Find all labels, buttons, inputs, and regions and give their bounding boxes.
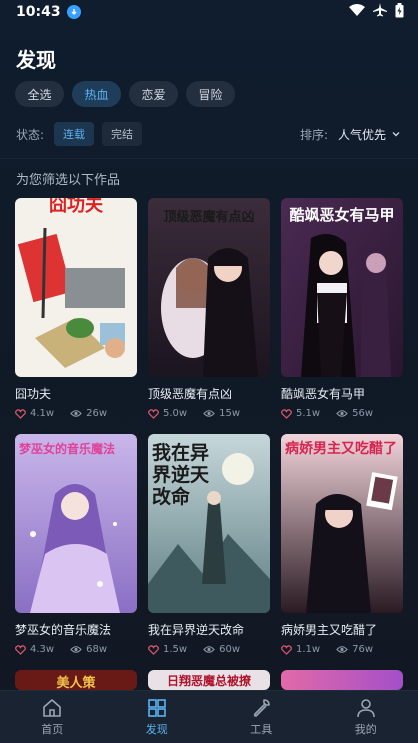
cover-title-text: 病娇男主又吃醋了 bbox=[285, 441, 397, 457]
comic-card[interactable] bbox=[281, 670, 403, 690]
views-count: 15w bbox=[219, 408, 240, 419]
status-serializing-chip[interactable]: 连载 bbox=[54, 122, 95, 146]
sort-label: 排序: bbox=[299, 127, 328, 142]
comic-card[interactable]: 顶级恶魔有点凶 顶级恶魔有点凶 5.0w 15w bbox=[148, 198, 270, 419]
home-icon bbox=[43, 699, 62, 717]
wrench-icon bbox=[254, 699, 271, 717]
comic-cover[interactable]: 我在异界逆天改命 bbox=[148, 434, 270, 613]
comic-stats: 4.3w 68w bbox=[15, 644, 137, 655]
heart-icon bbox=[281, 408, 292, 419]
comic-cover[interactable]: 病娇男主又吃醋了 bbox=[281, 434, 403, 613]
heart-icon bbox=[15, 408, 26, 419]
sort-value: 人气优先 bbox=[337, 127, 386, 142]
chip-select-all[interactable]: 全选 bbox=[15, 81, 64, 107]
views-count: 68w bbox=[86, 644, 107, 655]
comic-stats: 4.1w 26w bbox=[15, 408, 137, 419]
status-filter-label: 状态: bbox=[16, 127, 45, 142]
status-time: 10:43 bbox=[16, 4, 61, 20]
chevron-down-icon bbox=[392, 132, 400, 137]
cover-title-text: 日翔恶魔总被撩 bbox=[166, 674, 251, 688]
chip-hot-blood[interactable]: 热血 bbox=[72, 81, 121, 107]
views-count: 56w bbox=[352, 408, 373, 419]
comic-title: 酷飒恶女有马甲 bbox=[281, 387, 366, 401]
heart-icon bbox=[148, 644, 159, 655]
status-completed-chip[interactable]: 完结 bbox=[102, 122, 143, 146]
divider bbox=[0, 158, 418, 159]
comic-title: 囧功夫 bbox=[15, 387, 52, 401]
results-section-label: 为您筛选以下作品 bbox=[16, 173, 121, 188]
comic-title: 病娇男主又吃醋了 bbox=[281, 623, 378, 637]
user-icon bbox=[356, 699, 375, 718]
cover-title-text: 梦巫女的音乐魔法 bbox=[19, 442, 116, 456]
nav-item-discover[interactable]: 发现 bbox=[105, 691, 210, 743]
cover-title-text: 顶级恶魔有点凶 bbox=[163, 210, 255, 225]
bottom-nav: 首页 发现 工具 我的 bbox=[0, 690, 418, 743]
sort-control[interactable]: 排序: 人气优先 bbox=[300, 126, 402, 143]
comic-card[interactable]: 美人策 bbox=[15, 670, 137, 690]
nav-label: 发现 bbox=[145, 723, 168, 736]
eye-icon bbox=[203, 646, 215, 653]
comic-card[interactable]: 我在异界逆天改命 我在异界逆天改命 1.5w 60w bbox=[148, 434, 270, 655]
airplane-icon bbox=[373, 3, 387, 21]
cover-title-text: 美人策 bbox=[56, 676, 96, 690]
comic-cover[interactable]: 梦巫女的音乐魔法 bbox=[15, 434, 137, 613]
comic-card[interactable]: 酷飒恶女有马甲 酷飒恶女有马甲 5.1w 56w bbox=[281, 198, 403, 419]
chip-adventure[interactable]: 冒险 bbox=[186, 81, 235, 107]
comic-cover[interactable]: 酷飒恶女有马甲 bbox=[281, 198, 403, 377]
heart-icon bbox=[15, 644, 26, 655]
notification-icon bbox=[66, 5, 81, 19]
eye-icon bbox=[70, 410, 82, 417]
nav-label: 我的 bbox=[354, 723, 377, 736]
views-count: 26w bbox=[86, 408, 107, 419]
wifi-icon bbox=[349, 4, 365, 20]
eye-icon bbox=[70, 646, 82, 653]
filter-row: 状态: 连载 完结 排序: 人气优先 bbox=[16, 122, 406, 146]
comic-cover[interactable] bbox=[281, 670, 403, 690]
comic-title: 我在异界逆天改命 bbox=[148, 623, 245, 637]
nav-label: 首页 bbox=[41, 723, 64, 736]
comic-stats: 1.1w 76w bbox=[281, 644, 403, 655]
nav-label: 工具 bbox=[250, 723, 273, 736]
chip-romance[interactable]: 恋爱 bbox=[129, 81, 178, 107]
grid-icon bbox=[147, 699, 166, 717]
comic-cover[interactable]: 日翔恶魔总被撩 bbox=[148, 670, 270, 690]
comic-title: 梦巫女的音乐魔法 bbox=[15, 623, 112, 637]
status-bar: 10:43 bbox=[0, 0, 418, 24]
eye-icon bbox=[336, 646, 348, 653]
comic-stats: 5.1w 56w bbox=[281, 408, 403, 419]
likes-count: 4.1w bbox=[30, 408, 55, 419]
comic-stats: 1.5w 60w bbox=[148, 644, 270, 655]
comic-card[interactable]: 日翔恶魔总被撩 bbox=[148, 670, 270, 690]
likes-count: 1.1w bbox=[296, 644, 321, 655]
cover-title-text: 我在异界逆天改命 bbox=[152, 442, 210, 508]
nav-item-tools[interactable]: 工具 bbox=[209, 691, 314, 743]
comic-title: 顶级恶魔有点凶 bbox=[148, 387, 233, 401]
likes-count: 1.5w bbox=[163, 644, 188, 655]
comic-cover[interactable]: 囧功夫 bbox=[15, 198, 137, 377]
eye-icon bbox=[203, 410, 215, 417]
comic-cover[interactable]: 顶级恶魔有点凶 bbox=[148, 198, 270, 377]
sort-dropdown[interactable]: 人气优先 bbox=[338, 126, 402, 143]
comic-card[interactable]: 梦巫女的音乐魔法 梦巫女的音乐魔法 4.3w 68w bbox=[15, 434, 137, 655]
likes-count: 5.1w bbox=[296, 408, 321, 419]
nav-item-home[interactable]: 首页 bbox=[0, 691, 105, 743]
likes-count: 4.3w bbox=[30, 644, 55, 655]
comic-stats: 5.0w 15w bbox=[148, 408, 270, 419]
page-title: 发现 bbox=[16, 48, 56, 72]
heart-icon bbox=[148, 408, 159, 419]
genre-chip-row: 全选 热血 恋爱 冒险 bbox=[15, 81, 235, 107]
likes-count: 5.0w bbox=[163, 408, 188, 419]
views-count: 76w bbox=[352, 644, 373, 655]
cover-title-text: 囧功夫 bbox=[49, 198, 103, 216]
nav-item-me[interactable]: 我的 bbox=[314, 691, 418, 743]
comic-card[interactable]: 囧功夫 囧功夫 4.1w 26w bbox=[15, 198, 137, 419]
cover-title-text: 酷飒恶女有马甲 bbox=[289, 206, 395, 224]
battery-icon bbox=[395, 2, 404, 22]
heart-icon bbox=[281, 644, 292, 655]
comic-cover[interactable]: 美人策 bbox=[15, 670, 137, 690]
comic-card[interactable]: 病娇男主又吃醋了 病娇男主又吃醋了 1.1w 76w bbox=[281, 434, 403, 655]
eye-icon bbox=[336, 410, 348, 417]
views-count: 60w bbox=[219, 644, 240, 655]
